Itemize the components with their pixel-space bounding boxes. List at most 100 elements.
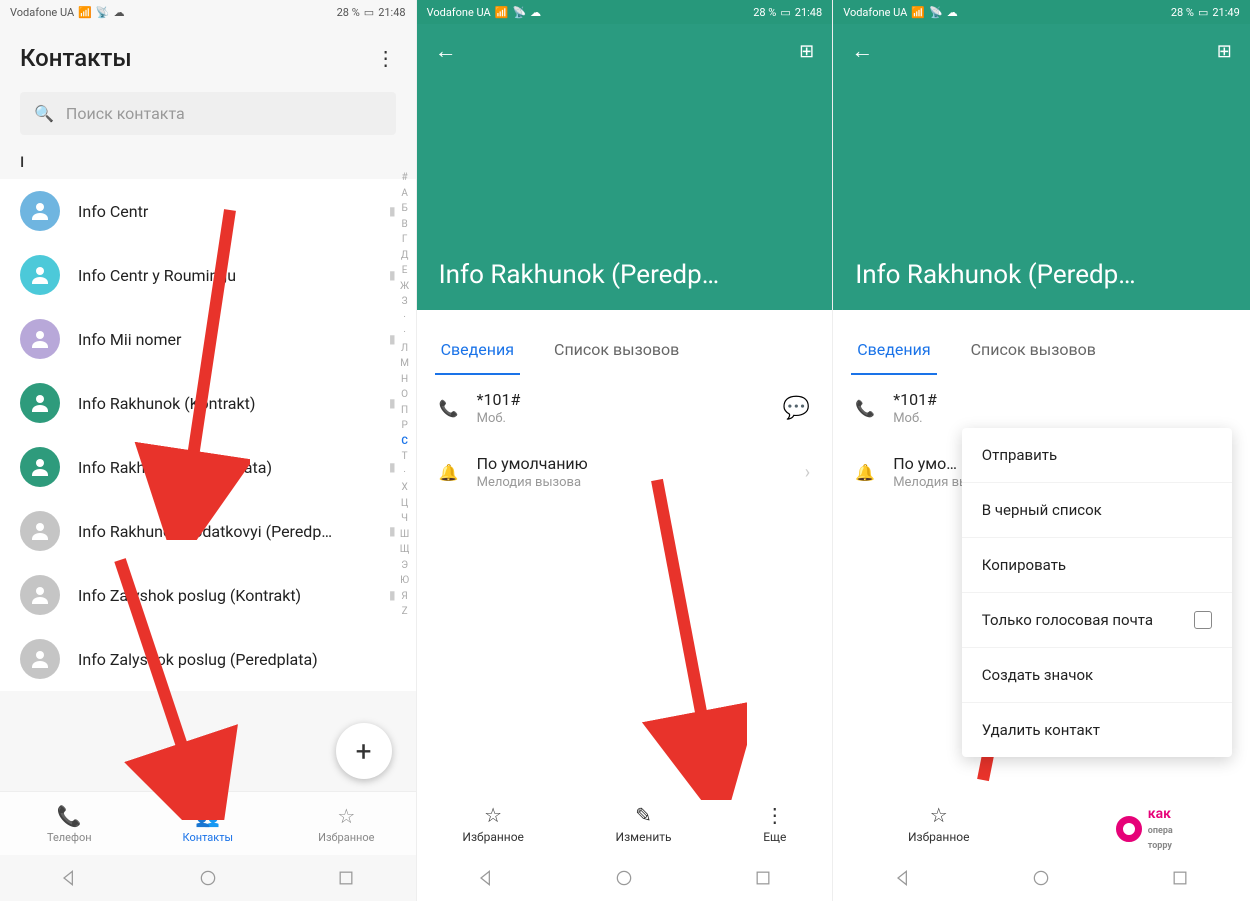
sim-icon: ▮ [389, 332, 396, 346]
contact-item[interactable]: Info Zalyshok poslug (Peredplata) [0, 627, 416, 691]
back-nav-icon[interactable] [893, 868, 913, 888]
nav-favorite[interactable]: ☆Избранное [908, 803, 970, 844]
alpha-index[interactable]: #АБВГДЕЖЗ··ЛМНОПРСТ·ХЦЧШЩЭЮЯZ [398, 170, 412, 620]
recent-nav-icon[interactable] [753, 868, 773, 888]
qr-icon[interactable]: ⊞ [799, 41, 814, 62]
watermark: как опера торру [1108, 807, 1238, 851]
bell-icon: 🔔 [439, 463, 459, 482]
sim-icon: ▮ [389, 268, 396, 282]
nav-phone[interactable]: 📞Телефон [0, 792, 139, 855]
phone-icon: 📞 [439, 399, 459, 418]
page-title: Контакты [20, 44, 132, 72]
avatar-icon [20, 639, 60, 679]
menu-shortcut[interactable]: Создать значок [962, 648, 1232, 703]
add-contact-fab[interactable]: + [336, 723, 392, 779]
system-nav [0, 855, 416, 901]
phone-number: *101# [893, 390, 1228, 409]
more-icon: ⋮ [765, 803, 785, 827]
detail-bottom-nav: ☆Избранное ✎Изменить ⋮Еще [417, 791, 833, 855]
nav-more[interactable]: ⋮Еще [763, 803, 786, 844]
cloud-icon: ☁ [114, 6, 125, 19]
wifi-icon: 📡 [512, 6, 526, 19]
phone-icon: 📞 [855, 399, 875, 418]
avatar-icon [20, 511, 60, 551]
menu-voicemail[interactable]: Только голосовая почта [962, 593, 1232, 648]
annotation-arrow [627, 470, 747, 800]
contacts-header: Контакты ⋮ [0, 24, 416, 84]
screen-contacts-list: Vodafone UA 📶 📡 ☁ 28 % ▭ 21:48 Контакты … [0, 0, 417, 901]
status-bar: Vodafone UA 📶 📡 ☁ 28 % ▭ 21:48 [0, 0, 416, 24]
bell-icon: 🔔 [855, 463, 875, 482]
cloud-icon: ☁ [530, 6, 541, 19]
tab-info[interactable]: Сведения [435, 326, 520, 375]
home-nav-icon[interactable] [198, 868, 218, 888]
tab-calls[interactable]: Список вызовов [965, 326, 1102, 375]
contact-title: Info Rakhunok (Peredp… [855, 260, 1228, 290]
contact-header: Vodafone UA📶📡☁ 28 %▭21:48 ← ⊞ Info Rakhu… [417, 0, 833, 310]
search-input[interactable]: 🔍 Поиск контакта [20, 92, 396, 135]
detail-tabs: Сведения Список вызовов [417, 326, 833, 376]
contact-name: Info Rakhunok dodatkovyi (Peredp… [78, 522, 371, 541]
recent-nav-icon[interactable] [336, 868, 356, 888]
contact-list: Info Centr ▮ Info Centr y Roumingu ▮ Inf… [0, 179, 416, 691]
section-header: I [0, 145, 416, 179]
wifi-icon: 📡 [929, 6, 943, 19]
tab-calls[interactable]: Список вызовов [548, 326, 685, 375]
nav-contacts[interactable]: 👥Контакты [139, 792, 278, 855]
clock-label: 21:48 [378, 6, 405, 19]
contact-item[interactable]: Info Centr y Roumingu ▮ [0, 243, 416, 307]
message-icon[interactable]: 💬 [783, 396, 810, 421]
nav-favorite[interactable]: ☆Избранное [462, 803, 524, 844]
cloud-icon: ☁ [947, 6, 958, 19]
nav-edit[interactable]: ✎Изменить [616, 803, 672, 844]
logo-icon [1116, 816, 1142, 842]
contact-name: Info Centr [78, 202, 371, 221]
phone-type: Моб. [477, 411, 765, 426]
back-button[interactable]: ← [435, 38, 457, 64]
status-bar: Vodafone UA📶📡☁ 28 %▭21:48 [417, 0, 833, 24]
qr-icon[interactable]: ⊞ [1217, 41, 1232, 62]
contact-item[interactable]: Info Rakhunok dodatkovyi (Peredp… ▮ [0, 499, 416, 563]
star-icon: ☆ [930, 803, 948, 827]
ringtone-row[interactable]: 🔔 По умолчанию Мелодия вызова › [417, 440, 833, 504]
back-nav-icon[interactable] [476, 868, 496, 888]
screen-contact-detail: Vodafone UA📶📡☁ 28 %▭21:48 ← ⊞ Info Rakhu… [417, 0, 834, 901]
contact-item[interactable]: Info Rakhunok (Kontrakt) ▮ [0, 371, 416, 435]
checkbox[interactable] [1194, 611, 1212, 629]
contact-name: Info Mii nomer [78, 330, 371, 349]
screen-contact-menu: Vodafone UA📶📡☁ 28 %▭21:49 ← ⊞ Info Rakhu… [833, 0, 1250, 901]
nav-favorites[interactable]: ☆Избранное [277, 792, 416, 855]
avatar-icon [20, 255, 60, 295]
back-button[interactable]: ← [851, 38, 873, 64]
phone-type: Моб. [893, 411, 1228, 426]
ringtone-value: По умолчанию [477, 454, 787, 473]
menu-blacklist[interactable]: В черный список [962, 483, 1232, 538]
avatar-icon [20, 319, 60, 359]
edit-icon: ✎ [635, 803, 652, 827]
sim-icon: ▮ [389, 396, 396, 410]
home-nav-icon[interactable] [614, 868, 634, 888]
contact-item[interactable]: Info Rakhunok (Peredplata) ▮ [0, 435, 416, 499]
back-nav-icon[interactable] [59, 868, 79, 888]
battery-icon: ▭ [364, 6, 374, 19]
tab-info[interactable]: Сведения [851, 326, 936, 375]
contact-item[interactable]: Info Zalyshok poslug (Kontrakt) ▮ [0, 563, 416, 627]
signal-icon: 📶 [78, 6, 92, 19]
contact-item[interactable]: Info Centr ▮ [0, 179, 416, 243]
recent-nav-icon[interactable] [1170, 868, 1190, 888]
contact-item[interactable]: Info Mii nomer ▮ [0, 307, 416, 371]
phone-row[interactable]: 📞 *101# Моб. 💬 [417, 376, 833, 440]
home-nav-icon[interactable] [1031, 868, 1051, 888]
contact-name: Info Rakhunok (Kontrakt) [78, 394, 371, 413]
battery-icon: ▭ [1198, 6, 1208, 19]
signal-icon: 📶 [495, 6, 509, 19]
menu-send[interactable]: Отправить [962, 428, 1232, 483]
search-icon: 🔍 [34, 104, 54, 123]
contact-title: Info Rakhunok (Peredp… [439, 260, 811, 290]
menu-copy[interactable]: Копировать [962, 538, 1232, 593]
overflow-menu-icon[interactable]: ⋮ [376, 48, 396, 68]
signal-icon: 📶 [911, 6, 925, 19]
star-icon: ☆ [484, 803, 502, 827]
star-icon: ☆ [337, 804, 355, 828]
menu-delete[interactable]: Удалить контакт [962, 703, 1232, 757]
